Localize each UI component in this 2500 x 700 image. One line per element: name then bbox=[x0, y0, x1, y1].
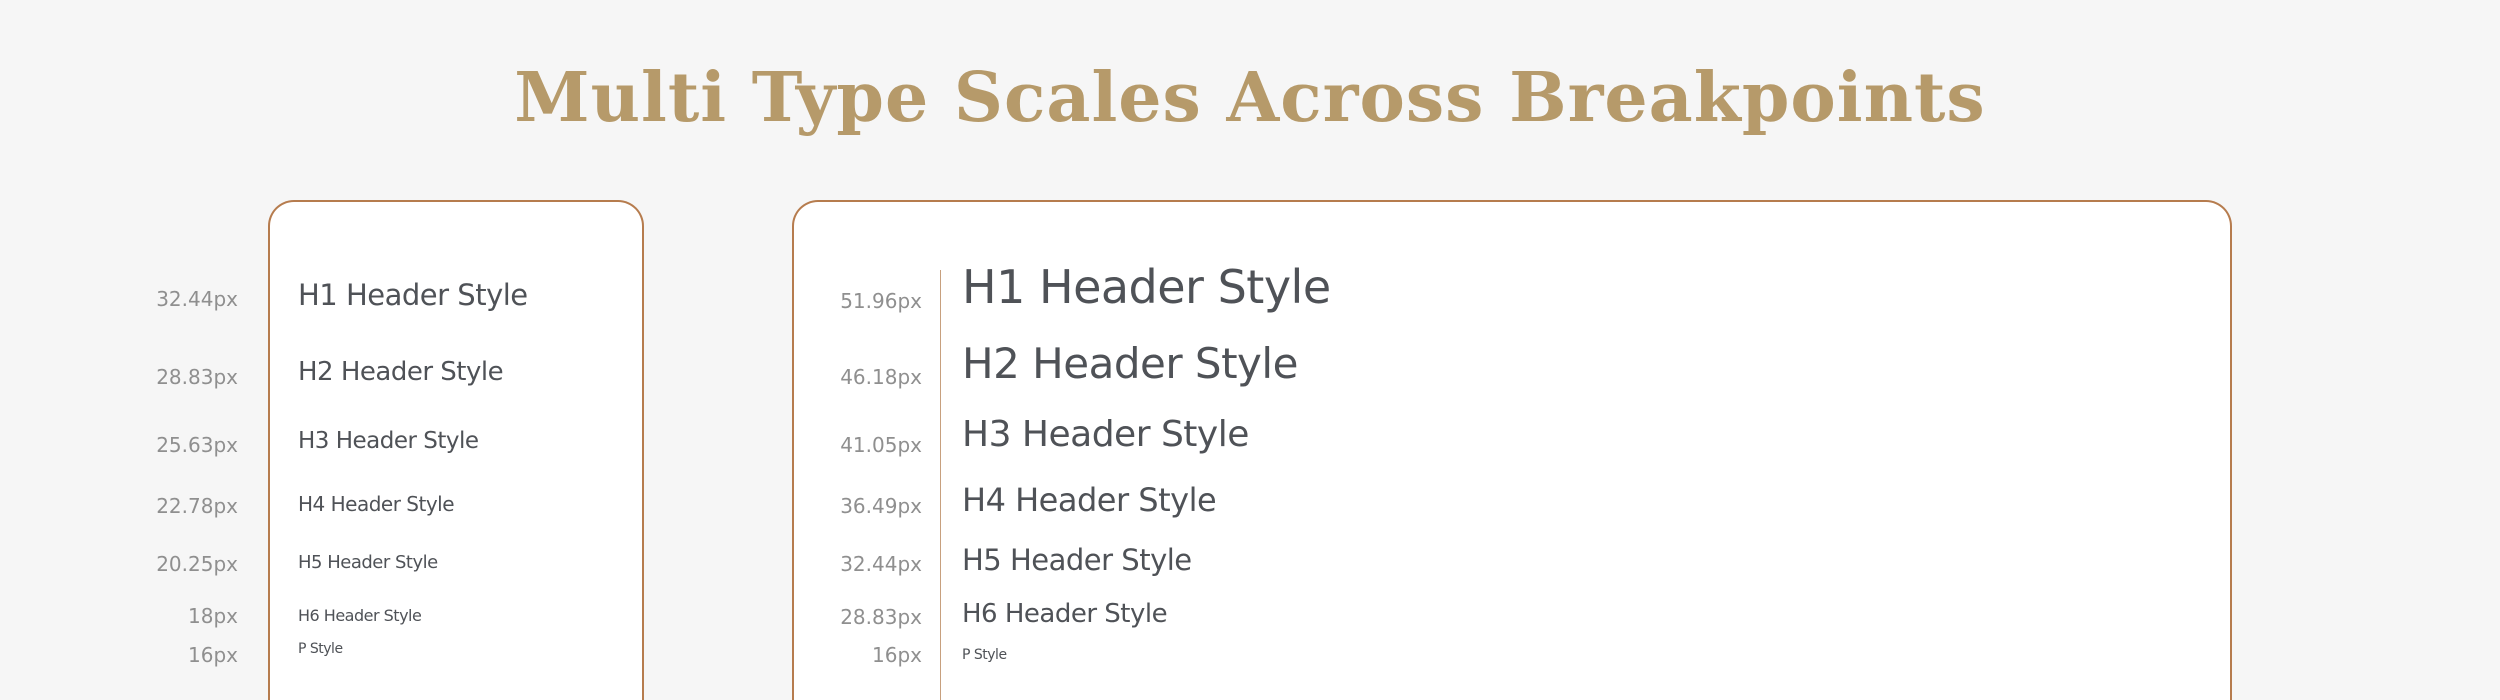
desktop-size-divider bbox=[940, 270, 941, 700]
desktop-p-sample: P Style bbox=[962, 647, 1007, 663]
mobile-h2-size: 28.83px bbox=[156, 365, 238, 389]
mobile-h1-size: 32.44px bbox=[156, 287, 238, 311]
desktop-p-size: 16px bbox=[872, 643, 922, 667]
desktop-h3-size: 41.05px bbox=[840, 433, 922, 457]
desktop-h1-sample: H1 Header Style bbox=[962, 260, 1331, 314]
page-title: Multi Type Scales Across Breakpoints bbox=[514, 58, 1986, 138]
desktop-h1-size: 51.96px bbox=[840, 289, 922, 313]
mobile-h4-sample: H4 Header Style bbox=[298, 492, 455, 516]
mobile-h5-sample: H5 Header Style bbox=[298, 552, 438, 573]
mobile-h4-size: 22.78px bbox=[156, 494, 238, 518]
desktop-h5-size: 32.44px bbox=[840, 552, 922, 576]
mobile-h5-size: 20.25px bbox=[156, 552, 238, 576]
desktop-h6-size: 28.83px bbox=[840, 605, 922, 629]
desktop-h6-sample: H6 Header Style bbox=[962, 599, 1168, 629]
mobile-h3-size: 25.63px bbox=[156, 433, 238, 457]
mobile-h6-sample: H6 Header Style bbox=[298, 606, 422, 625]
desktop-h3-sample: H3 Header Style bbox=[962, 414, 1249, 455]
type-scale-page: Multi Type Scales Across Breakpoints 32.… bbox=[0, 0, 2500, 700]
desktop-h2-size: 46.18px bbox=[840, 365, 922, 389]
mobile-p-sample: P Style bbox=[298, 641, 343, 657]
desktop-h2-sample: H2 Header Style bbox=[962, 339, 1298, 388]
mobile-p-size: 16px bbox=[188, 643, 238, 667]
desktop-h4-sample: H4 Header Style bbox=[962, 481, 1217, 519]
mobile-h6-size: 18px bbox=[188, 604, 238, 628]
mobile-h3-sample: H3 Header Style bbox=[298, 428, 479, 454]
desktop-h5-sample: H5 Header Style bbox=[962, 543, 1192, 577]
mobile-h2-sample: H2 Header Style bbox=[298, 357, 504, 387]
mobile-h1-sample: H1 Header Style bbox=[298, 278, 528, 312]
desktop-h4-size: 36.49px bbox=[840, 494, 922, 518]
